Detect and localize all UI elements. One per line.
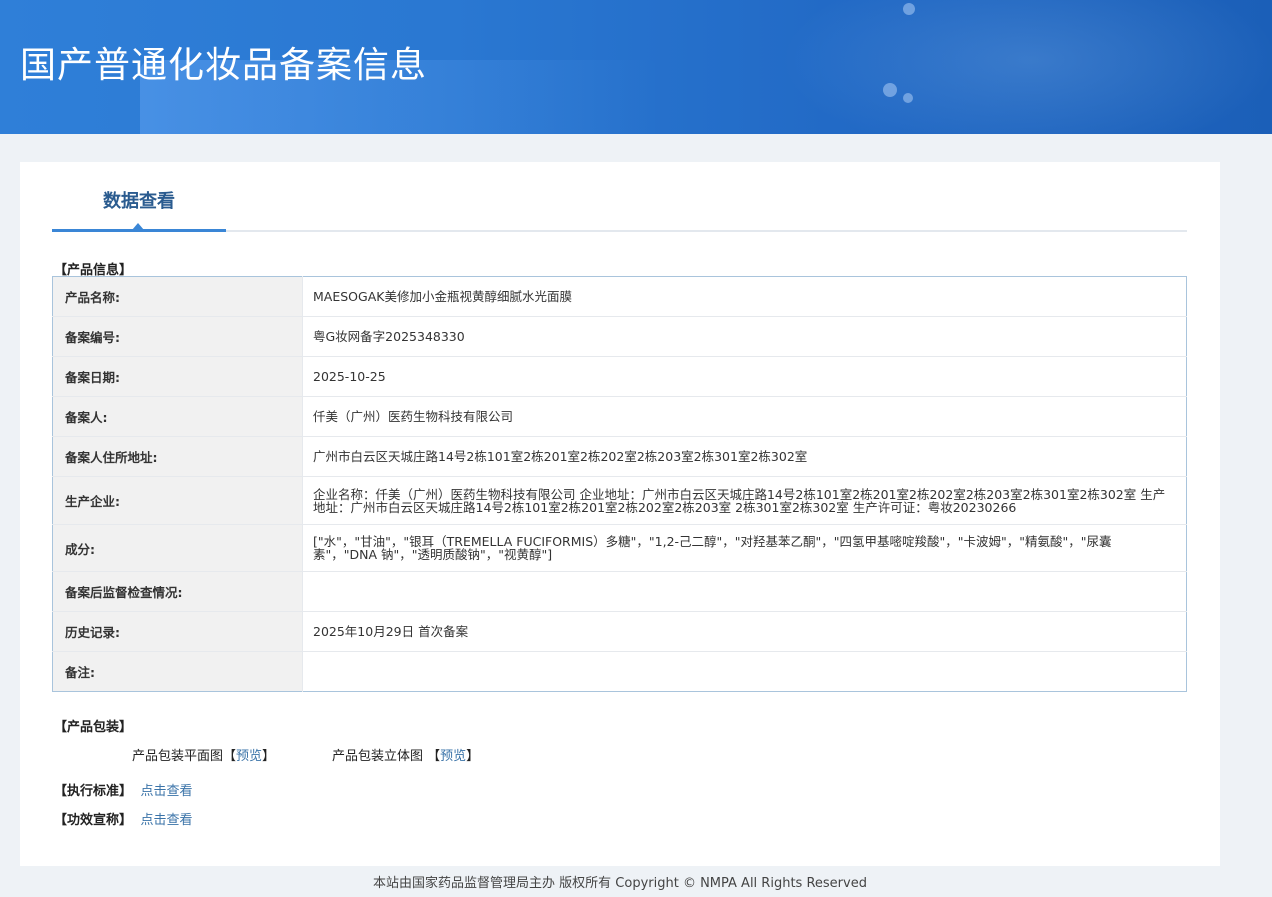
table-row: 备注: (52, 651, 1187, 692)
standard-heading: 【执行标准】 (54, 784, 133, 799)
table-row: 生产企业: 企业名称：仟美（广州）医药生物科技有限公司 企业地址：广州市白云区天城… (52, 476, 1187, 525)
tab-caret-icon (132, 223, 144, 230)
efficacy-heading: 【功效宣称】 (54, 813, 133, 828)
field-label: 备案人住所地址: (52, 436, 303, 477)
field-value: 粤G妆网备字2025348330 (302, 316, 1187, 357)
header-decoration (780, 0, 1272, 134)
packaging-flat-preview-link[interactable]: 预览 (236, 749, 262, 764)
field-label: 生产企业: (52, 476, 303, 525)
table-row: 备案人住所地址: 广州市白云区天城庄路14号2栋101室2栋201室2栋202室2… (52, 436, 1187, 477)
field-label: 备案编号: (52, 316, 303, 357)
tab-data-view[interactable]: 数据查看 (52, 162, 226, 232)
header-decoration-dot (903, 93, 913, 103)
field-value: 2025-10-25 (302, 356, 1187, 397)
product-info-table: 产品名称: MAESOGAK美修加小金瓶视黄醇细腻水光面膜 备案编号: 粤G妆网备字2… (52, 276, 1187, 692)
field-label: 备案人: (52, 396, 303, 437)
packaging-stereo-preview-link[interactable]: 预览 (440, 749, 466, 764)
packaging-heading: 【产品包装】 (54, 720, 133, 735)
table-row: 成分: ["水"，"甘油"，"银耳（TREMELLA FUCIFORMIS）多糖"… (52, 524, 1187, 572)
field-value: 企业名称：仟美（广州）医药生物科技有限公司 企业地址：广州市白云区天城庄路14号… (302, 476, 1187, 525)
page-title: 国产普通化妆品备案信息 (20, 45, 428, 86)
packaging-stereo-label: 产品包装立体图 (332, 749, 424, 764)
field-value: 仟美（广州）医药生物科技有限公司 (302, 396, 1187, 437)
field-value: 广州市白云区天城庄路14号2栋101室2栋201室2栋202室2栋203室2栋3… (302, 436, 1187, 477)
field-label: 备注: (52, 651, 303, 692)
field-value (303, 652, 1187, 692)
packaging-flat-item: 产品包装平面图【预览】 (132, 749, 276, 764)
table-row: 备案编号: 粤G妆网备字2025348330 (52, 316, 1187, 357)
field-label: 产品名称: (52, 276, 303, 317)
standard-row: 【执行标准】 点击查看 (54, 780, 193, 799)
efficacy-row: 【功效宣称】 点击查看 (54, 809, 193, 828)
page-footer: 本站由国家药品监督管理局主办 版权所有 Copyright © NMPA All… (373, 876, 867, 891)
table-row: 历史记录: 2025年10月29日 首次备案 (52, 611, 1187, 652)
content-card: 数据查看 【产品信息】 产品名称: MAESOGAK美修加小金瓶视黄醇细腻水光面膜… (20, 162, 1220, 866)
efficacy-view-link[interactable]: 点击查看 (141, 813, 193, 828)
field-value (302, 571, 1187, 612)
page-header: 国产普通化妆品备案信息 (0, 0, 1272, 134)
field-value: MAESOGAK美修加小金瓶视黄醇细腻水光面膜 (302, 276, 1187, 317)
field-label: 备案日期: (52, 356, 303, 397)
standard-view-link[interactable]: 点击查看 (141, 784, 193, 799)
field-value: 2025年10月29日 首次备案 (302, 611, 1187, 652)
tab-label: 数据查看 (103, 191, 175, 212)
table-row: 备案日期: 2025-10-25 (52, 356, 1187, 397)
table-row: 产品名称: MAESOGAK美修加小金瓶视黄醇细腻水光面膜 (52, 276, 1187, 317)
field-label: 历史记录: (52, 611, 303, 652)
field-value: ["水"，"甘油"，"银耳（TREMELLA FUCIFORMIS）多糖"，"1… (302, 524, 1187, 572)
packaging-flat-label: 产品包装平面图 (132, 749, 224, 764)
table-row: 备案后监督检查情况: (52, 571, 1187, 612)
field-label: 成分: (52, 524, 303, 572)
field-label: 备案后监督检查情况: (52, 571, 303, 612)
packaging-stereo-item: 产品包装立体图 【预览】 (332, 749, 480, 764)
tab-bar: 数据查看 (52, 162, 1187, 232)
header-decoration-dot (903, 3, 915, 15)
table-row: 备案人: 仟美（广州）医药生物科技有限公司 (52, 396, 1187, 437)
header-decoration-dot (883, 83, 897, 97)
